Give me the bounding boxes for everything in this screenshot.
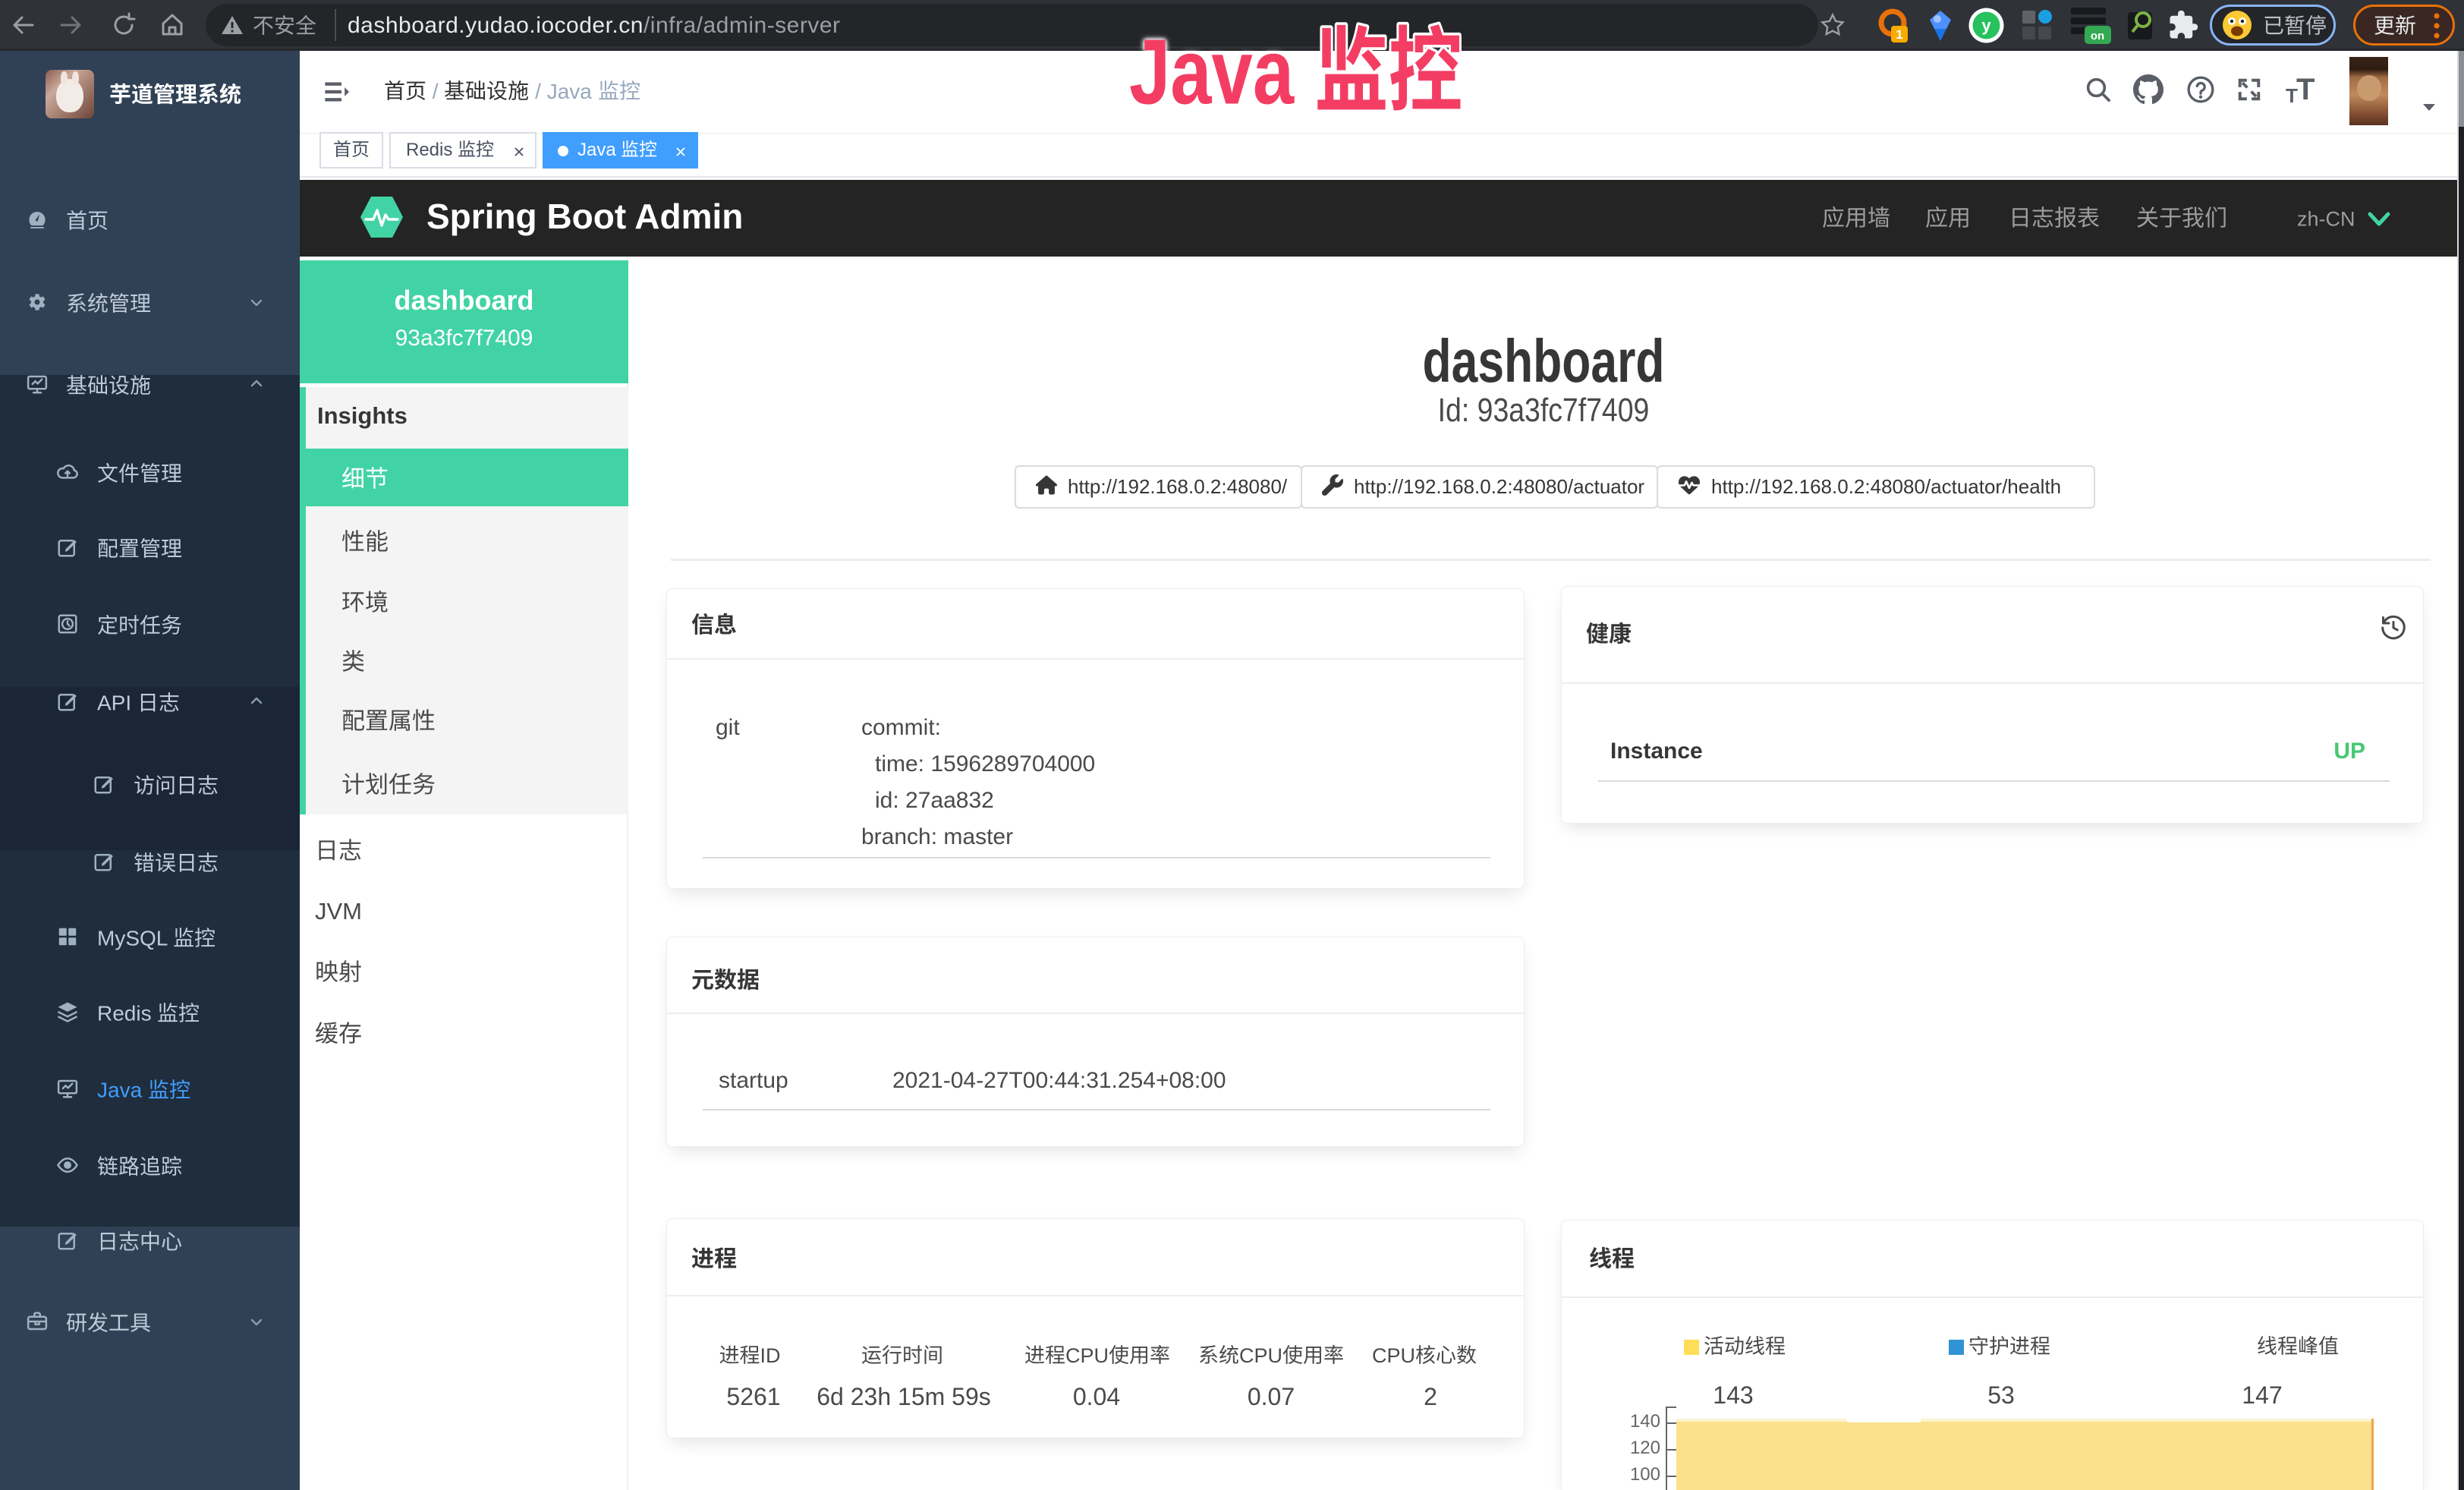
svg-text:y: y [1981, 16, 1991, 35]
svg-text:T: T [2296, 73, 2315, 106]
svg-text:T: T [2286, 84, 2298, 107]
svg-text:1: 1 [1896, 27, 1902, 42]
svg-text:on: on [2091, 30, 2104, 43]
